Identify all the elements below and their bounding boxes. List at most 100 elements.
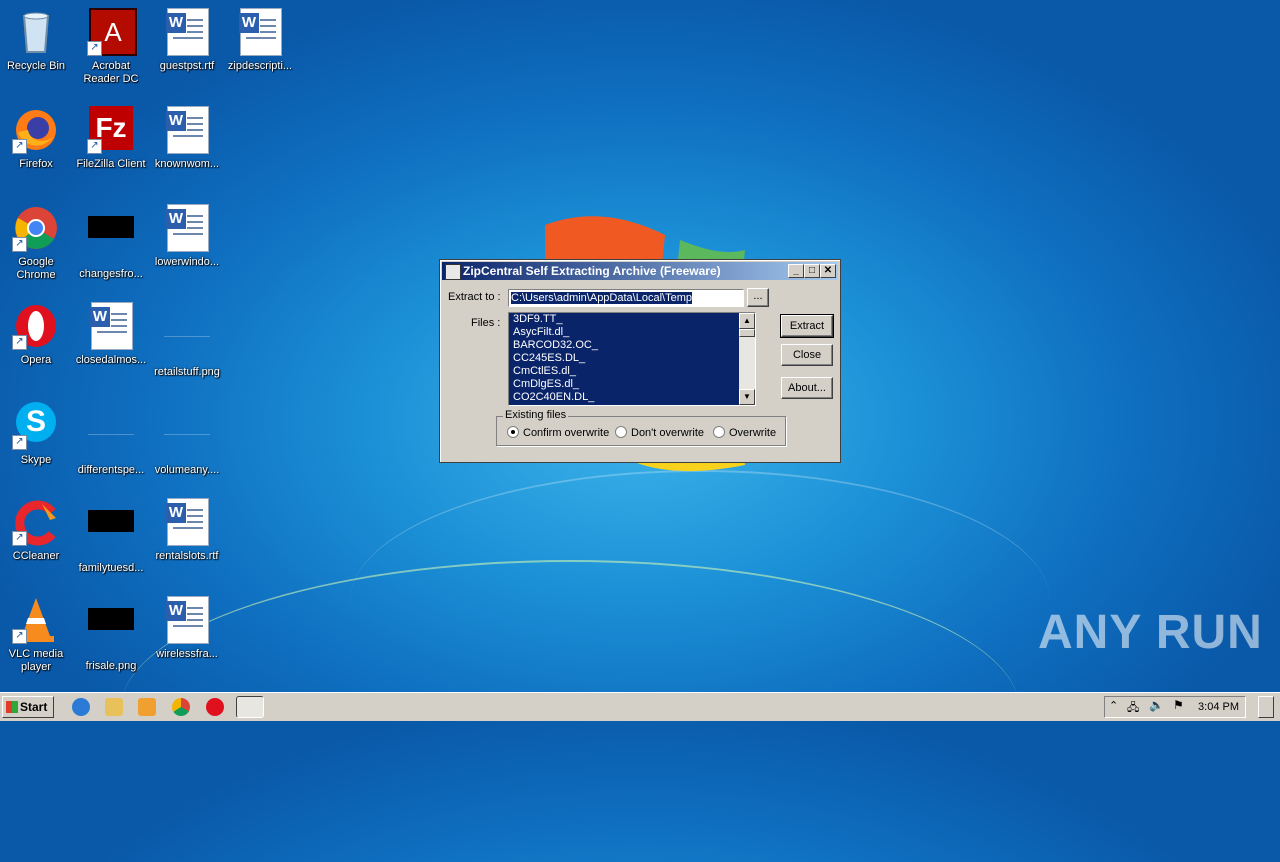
files-label: Files :: [471, 317, 501, 329]
system-tray: ⌃ 🖧 🔈 ⚑ 3:04 PM: [1104, 696, 1246, 718]
chrome-taskbar-icon[interactable]: [172, 698, 190, 716]
black-image-icon: [87, 510, 135, 558]
list-item[interactable]: CmCtlES.dl_: [509, 365, 755, 378]
list-item[interactable]: AsycFilt.dl_: [509, 326, 755, 339]
desktop-icon-knownwom[interactable]: W knownwom...: [149, 106, 225, 171]
desktop-icon-acrobat[interactable]: A ↗ Acrobat Reader DC: [73, 8, 149, 86]
browse-button[interactable]: ...: [747, 288, 769, 307]
close-window-button[interactable]: ✕: [820, 264, 836, 278]
word-doc-icon: W: [163, 8, 211, 56]
shortcut-arrow-icon: ↗: [12, 531, 27, 546]
existing-files-label: Existing files: [503, 409, 569, 421]
desktop-icon-differentspe[interactable]: differentspe...: [73, 400, 149, 477]
shortcut-arrow-icon: ↗: [87, 41, 102, 56]
filezilla-icon: Fz ↗: [87, 106, 135, 154]
desktop-icon-skype[interactable]: S ↗ Skype: [0, 400, 74, 467]
radio-selected-icon: [507, 426, 519, 438]
word-doc-icon: W: [163, 498, 211, 546]
desktop-icon-chrome[interactable]: ↗ Google Chrome: [0, 204, 74, 282]
shortcut-arrow-icon: ↗: [12, 335, 27, 350]
extract-button[interactable]: Extract: [780, 314, 834, 338]
close-button[interactable]: Close: [781, 344, 833, 366]
image-file-icon: [87, 412, 135, 460]
black-image-icon: [87, 608, 135, 656]
maximize-button[interactable]: □: [804, 264, 820, 278]
desktop-icon-rentalslots[interactable]: W rentalslots.rtf: [149, 498, 225, 563]
media-player-icon[interactable]: [138, 698, 156, 716]
desktop-icon-guestpst[interactable]: W guestpst.rtf: [149, 8, 225, 73]
files-listbox[interactable]: 3DF9.TT_ AsycFilt.dl_ BARCOD32.OC_ CC245…: [508, 312, 756, 406]
files-scrollbar[interactable]: ▲ ▼: [739, 313, 755, 405]
desktop-icon-retailstuff[interactable]: retailstuff.png: [149, 302, 225, 379]
extract-path-input[interactable]: C:\Users\admin\AppData\Local\Temp: [508, 289, 744, 307]
start-label: Start: [20, 700, 48, 714]
radio-overwrite[interactable]: Overwrite: [713, 426, 776, 439]
desktop-icon-filezilla[interactable]: Fz ↗ FileZilla Client: [73, 106, 149, 171]
action-center-flag-icon[interactable]: ⚑: [1173, 698, 1184, 712]
desktop-icon-wirelessfra[interactable]: W wirelessfra...: [149, 596, 225, 661]
recycle-bin-icon: [12, 8, 60, 56]
file-explorer-icon[interactable]: [105, 698, 123, 716]
list-item[interactable]: CO2C40EN.DL_: [509, 391, 755, 404]
network-icon[interactable]: 🖧: [1127, 699, 1139, 718]
scroll-thumb[interactable]: [739, 329, 755, 337]
desktop-icon-volumeany[interactable]: volumeany....: [149, 400, 225, 477]
desktop-icon-zipdescripti[interactable]: W zipdescripti...: [222, 8, 298, 73]
desktop-icon-frisale[interactable]: frisale.png: [73, 596, 149, 673]
list-item[interactable]: CmDlgES.dl_: [509, 378, 755, 391]
existing-files-group: Existing files Confirm overwrite Don't o…: [496, 409, 786, 446]
shortcut-arrow-icon: ↗: [12, 629, 27, 644]
dialog-titlebar[interactable]: ZipCentral Self Extracting Archive (Free…: [442, 262, 838, 280]
internet-explorer-icon[interactable]: [72, 698, 90, 716]
desktop-icon-changesfro[interactable]: changesfro...: [73, 204, 149, 281]
extract-path-value: C:\Users\admin\AppData\Local\Temp: [511, 292, 692, 304]
radio-dont-overwrite[interactable]: Don't overwrite: [615, 426, 704, 439]
zipcentral-dialog: ZipCentral Self Extracting Archive (Free…: [439, 259, 841, 463]
desktop-icon-ccleaner[interactable]: ↗ CCleaner: [0, 498, 74, 563]
shortcut-arrow-icon: ↗: [12, 435, 27, 450]
black-image-icon: [87, 216, 135, 264]
desktop-icon-opera[interactable]: ↗ Opera: [0, 302, 74, 367]
show-desktop-button[interactable]: [1258, 696, 1274, 718]
radio-label: Overwrite: [729, 427, 777, 439]
list-item[interactable]: CC245ES.DL_: [509, 352, 755, 365]
clock[interactable]: 3:04 PM: [1198, 697, 1239, 717]
radio-icon: [615, 426, 627, 438]
desktop-icon-closedalmos[interactable]: W closedalmos...: [73, 302, 149, 367]
dialog-title: ZipCentral Self Extracting Archive (Free…: [463, 264, 721, 278]
taskbar: Start ⌃ 🖧 🔈 ⚑ 3:04 PM: [0, 692, 1280, 721]
image-file-icon: [163, 412, 211, 460]
tray-expand-icon[interactable]: ⌃: [1109, 699, 1118, 712]
desktop-icon-lowerwindo[interactable]: W lowerwindo...: [149, 204, 225, 269]
word-doc-icon: W: [236, 8, 284, 56]
image-file-icon: [163, 314, 211, 362]
minimize-button[interactable]: _: [788, 264, 804, 278]
opera-icon: ↗: [12, 302, 60, 350]
word-doc-icon: W: [87, 302, 135, 350]
desktop-icon-recycle-bin[interactable]: Recycle Bin: [0, 8, 74, 73]
scroll-down-icon[interactable]: ▼: [739, 389, 755, 405]
radio-icon: [713, 426, 725, 438]
list-item[interactable]: 3DF9.TT_: [509, 313, 755, 326]
opera-taskbar-icon[interactable]: [206, 698, 224, 716]
list-item[interactable]: BARCOD32.OC_: [509, 339, 755, 352]
start-button[interactable]: Start: [2, 696, 54, 718]
vlc-icon: ↗: [12, 596, 60, 644]
extract-to-label: Extract to :: [448, 291, 501, 303]
word-doc-icon: W: [163, 204, 211, 252]
skype-icon: S ↗: [12, 402, 60, 450]
shortcut-arrow-icon: ↗: [87, 139, 102, 154]
shortcut-arrow-icon: ↗: [12, 139, 27, 154]
radio-confirm-overwrite[interactable]: Confirm overwrite: [507, 426, 609, 439]
scroll-up-icon[interactable]: ▲: [739, 313, 755, 329]
zipcentral-taskbar-button[interactable]: [236, 696, 264, 718]
shortcut-arrow-icon: ↗: [12, 237, 27, 252]
desktop-icon-vlc[interactable]: ↗ VLC media player: [0, 596, 74, 674]
acrobat-icon: A ↗: [87, 8, 137, 56]
about-button[interactable]: About...: [781, 377, 833, 399]
ccleaner-icon: ↗: [12, 498, 60, 546]
desktop-icon-familytuesd[interactable]: familytuesd...: [73, 498, 149, 575]
desktop-icon-firefox[interactable]: ↗ Firefox: [0, 106, 74, 171]
volume-icon[interactable]: 🔈: [1149, 698, 1164, 712]
radio-label: Don't overwrite: [631, 427, 705, 439]
